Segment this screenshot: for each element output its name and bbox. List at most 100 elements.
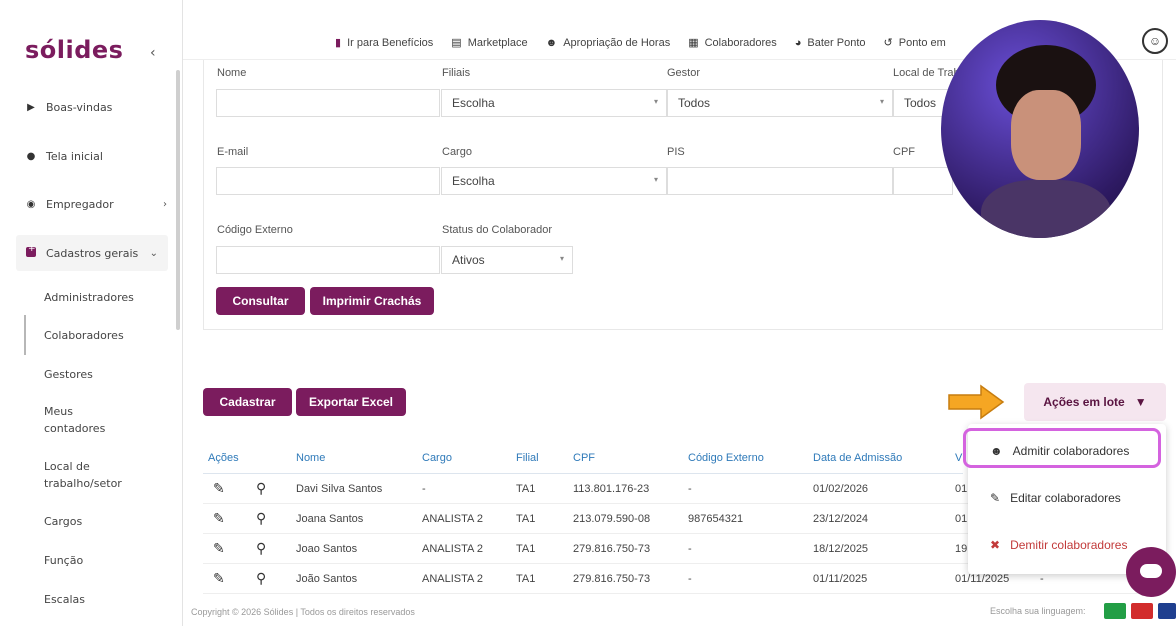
email-input[interactable] [216, 167, 440, 195]
imprimir-crachas-button[interactable]: Imprimir Crachás [310, 287, 434, 315]
user-account-icon[interactable]: ☺ [1142, 28, 1168, 54]
collapse-sidebar-button[interactable]: ‹ [150, 45, 156, 61]
filiais-value: Escolha [452, 96, 495, 110]
cargo-select[interactable]: Escolha ▾ [441, 167, 667, 195]
plus-square-icon [25, 244, 37, 260]
col-cpf[interactable]: CPF [573, 452, 595, 464]
sidebar-scrollbar[interactable] [176, 70, 180, 330]
sidebar-sub-colaboradores[interactable]: Colaboradores [24, 315, 124, 355]
sidebar-sub-local-trabalho[interactable]: Local de trabalho/setor [44, 458, 124, 492]
filiais-select[interactable]: Escolha ▾ [441, 89, 667, 117]
edit-icon[interactable]: ✎ [213, 540, 225, 557]
sidebar-item-tela-inicial[interactable]: ● Tela inicial [25, 150, 103, 163]
search-icon[interactable]: ⚲ [256, 570, 266, 587]
filiais-label: Filiais [442, 67, 471, 79]
gestor-value: Todos [678, 96, 711, 110]
cargo-label: Cargo [442, 146, 472, 158]
chevron-down-icon: ▾ [653, 97, 658, 106]
edit-icon[interactable]: ✎ [213, 510, 225, 527]
cargo-value: Escolha [452, 174, 495, 188]
consultar-button[interactable]: Consultar [216, 287, 305, 315]
exportar-excel-button[interactable]: Exportar Excel [296, 388, 406, 416]
chevron-down-icon: ⌄ [149, 247, 158, 259]
nome-label: Nome [217, 67, 247, 79]
menu-label: Editar colaboradores [1010, 491, 1121, 505]
sidebar-sub-escalas[interactable]: Escalas [44, 591, 85, 608]
pis-input[interactable] [667, 167, 893, 195]
brand-logo[interactable]: sólides [25, 36, 123, 64]
col-v[interactable]: V [955, 452, 962, 464]
cell-filial: TA1 [516, 573, 536, 585]
nav-marketplace[interactable]: ▤ Marketplace [451, 36, 527, 50]
sidebar-sub-meus-contadores[interactable]: Meus contadores [44, 403, 114, 437]
cpf-input[interactable] [893, 167, 953, 195]
cell-nome: Davi Silva Santos [296, 483, 383, 495]
highlight-box [963, 428, 1161, 468]
nav-beneficios[interactable]: ▮ Ir para Benefícios [335, 36, 433, 50]
cell-cargo: ANALISTA 2 [422, 573, 483, 585]
info-icon: ● [26, 151, 36, 162]
codigo-externo-input[interactable] [216, 246, 440, 274]
sidebar: sólides ‹ ▶ Boas-vindas ● Tela inicial ◉… [0, 0, 183, 626]
col-filial[interactable]: Filial [516, 452, 539, 464]
status-select[interactable]: Ativos ▾ [441, 246, 573, 274]
nav-label: Bater Ponto [807, 36, 866, 49]
nav-bater-ponto[interactable]: ◕ Bater Ponto [795, 36, 866, 49]
edit-icon[interactable]: ✎ [213, 570, 225, 587]
sidebar-sub-funcao[interactable]: Função [44, 552, 83, 569]
nav-ponto-em[interactable]: ↺ Ponto em [883, 36, 946, 50]
pis-label: PIS [667, 146, 685, 158]
cell-data: 01/02/2026 [813, 483, 869, 495]
col-data-admissao[interactable]: Data de Admissão [813, 452, 902, 464]
nome-input[interactable] [216, 89, 440, 117]
cell-filial: TA1 [516, 543, 536, 555]
nav-label: Colaboradores [704, 36, 777, 49]
sidebar-item-label: Cadastros gerais [46, 246, 139, 260]
chevron-down-icon: ▾ [653, 175, 658, 184]
language-label: Escolha sua linguagem: [990, 606, 1086, 616]
flag-uk-icon[interactable] [1158, 603, 1176, 619]
presenter-webcam [941, 20, 1139, 238]
flag-portugal-icon[interactable] [1131, 603, 1153, 619]
col-nome[interactable]: Nome [296, 452, 325, 464]
status-value: Ativos [452, 253, 485, 267]
cell-cargo: - [422, 483, 426, 495]
nav-label: Apropriação de Horas [563, 36, 671, 49]
menu-editar[interactable]: ✎ Editar colaboradores [990, 491, 1121, 505]
cell-codigo: - [688, 483, 692, 495]
sidebar-sub-cargos[interactable]: Cargos [44, 513, 82, 530]
cell-v: 01 [955, 483, 968, 495]
nav-colaboradores[interactable]: ▦ Colaboradores [688, 36, 777, 50]
sidebar-item-empregador[interactable]: ◉ Empregador › [25, 198, 167, 211]
caret-down-icon: ▼ [1134, 395, 1147, 409]
status-label: Status do Colaborador [442, 224, 553, 236]
search-icon[interactable]: ⚲ [256, 510, 266, 527]
cell-data: 23/12/2024 [813, 513, 869, 525]
cell-v: 01/11/2025 [955, 573, 1010, 585]
cell-filial: TA1 [516, 483, 536, 495]
col-codigo-externo[interactable]: Código Externo [688, 452, 764, 464]
acoes-em-lote-button[interactable]: Ações em lote ▼ [1024, 383, 1166, 421]
chat-icon[interactable] [1126, 547, 1176, 597]
col-acoes: Ações [208, 452, 239, 464]
sidebar-sub-administradores[interactable]: Administradores [44, 289, 134, 306]
sidebar-item-boas-vindas[interactable]: ▶ Boas-vindas [25, 101, 112, 114]
local-value: Todos [904, 96, 937, 110]
search-icon[interactable]: ⚲ [256, 540, 266, 557]
sidebar-item-cadastros-gerais[interactable]: Cadastros gerais ⌄ [16, 235, 168, 271]
nav-apropriacao[interactable]: ☻ Apropriação de Horas [546, 36, 671, 49]
cadastrar-button[interactable]: Cadastrar [203, 388, 292, 416]
search-icon[interactable]: ⚲ [256, 480, 266, 497]
edit-icon[interactable]: ✎ [213, 480, 225, 497]
history-icon: ↺ [883, 37, 893, 49]
flag-brazil-icon[interactable] [1104, 603, 1126, 619]
clock-icon: ◕ [794, 36, 802, 49]
play-icon: ▶ [27, 102, 35, 113]
menu-demitir[interactable]: ✖ Demitir colaboradores [990, 538, 1127, 552]
col-cargo[interactable]: Cargo [422, 452, 452, 464]
gestor-select[interactable]: Todos ▾ [667, 89, 893, 117]
cell-data: 01/11/2025 [813, 573, 868, 585]
users-icon: ☻ [545, 36, 558, 49]
sidebar-sub-gestores[interactable]: Gestores [44, 366, 93, 383]
codigo-externo-label: Código Externo [217, 224, 293, 236]
